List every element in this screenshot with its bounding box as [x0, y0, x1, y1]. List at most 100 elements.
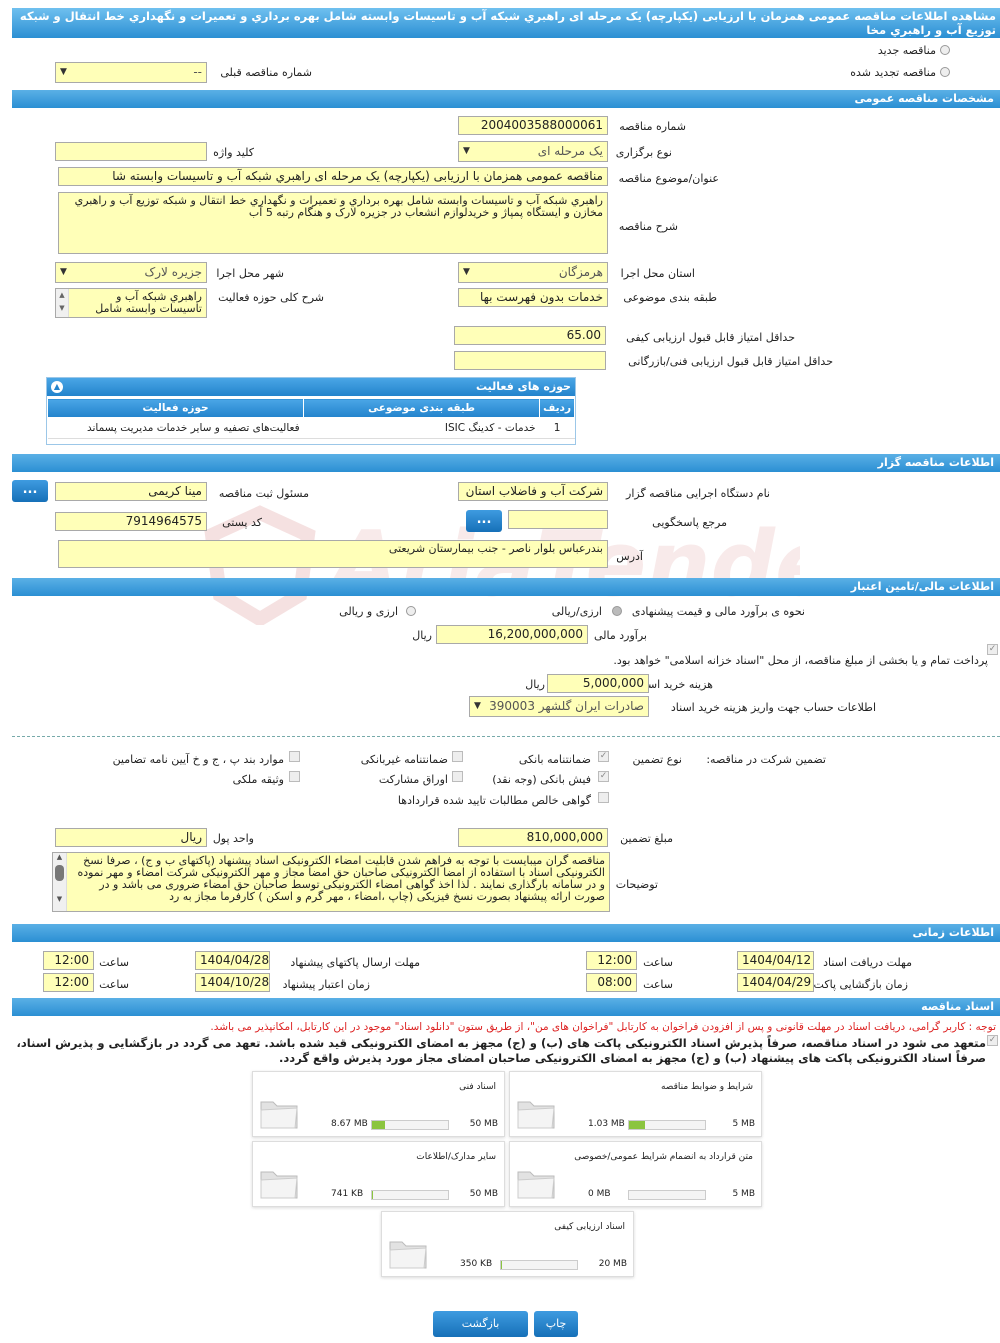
address-label: آدرس: [616, 550, 643, 563]
upload-progress-bar: [371, 1190, 449, 1200]
scope-scrollbar[interactable]: ▲ ▼: [56, 289, 69, 317]
bank-receipt-checkbox[interactable]: ✓: [598, 771, 609, 782]
notes-label: توضیحات: [615, 878, 658, 891]
notes-scrollbar[interactable]: ▲ ▼: [53, 853, 67, 911]
ref-label: مرجع پاسخگویی: [652, 516, 727, 529]
file-size: 8.67 MB: [331, 1119, 368, 1129]
postal-label: کد پستی: [222, 516, 262, 529]
doc-fee-field[interactable]: 5,000,000: [547, 674, 649, 693]
account-select[interactable]: ▼ صادرات ایران گلشهر 390003: [469, 696, 649, 717]
open-time[interactable]: 08:00: [586, 973, 637, 992]
open-time-label: ساعت: [643, 978, 673, 991]
print-button[interactable]: چاپ: [534, 1311, 578, 1337]
estimate-label: برآورد مالی: [594, 629, 647, 642]
amount-field[interactable]: 810,000,000: [458, 828, 608, 847]
tender-number-field[interactable]: 2004003588000061: [458, 116, 608, 135]
open-date[interactable]: 1404/04/29: [737, 973, 814, 992]
open-label: زمان بازگشایی پاکت ها: [800, 978, 908, 991]
province-label: استان محل اجرا: [620, 267, 695, 280]
doc-receive-time[interactable]: 12:00: [586, 951, 637, 970]
city-select[interactable]: ▼ جزیره لارک: [55, 262, 207, 283]
items-bpjh-checkbox[interactable]: [289, 751, 300, 762]
renewed-tender-label: مناقصه تجدید شده: [850, 66, 936, 79]
estimate-unit: ریال: [412, 629, 432, 642]
doc-receive-date[interactable]: 1404/04/12: [737, 951, 814, 970]
guarantee-type-label: نوع تضمین: [632, 753, 682, 766]
nonbank-guarantee-checkbox[interactable]: [452, 751, 463, 762]
table-row: 1 خدمات - کدینگ ISIC فعالیت‌های تصفیه و …: [47, 417, 575, 439]
subject-field[interactable]: مناقصه عمومی همزمان با ارزیابی (یکپارچه)…: [58, 167, 608, 186]
file-max-size: 5 MB: [732, 1189, 755, 1199]
radio-both[interactable]: [406, 606, 416, 616]
divider: [12, 736, 1000, 737]
estimate-field[interactable]: 16,200,000,000: [436, 625, 588, 644]
activity-table: ردیف طبقه بندی موضوعی حوزه فعالیت 1 خدما…: [46, 398, 575, 439]
resp-label: مسئول ثبت مناقصه: [218, 487, 309, 500]
chevron-down-icon: ▼: [463, 267, 470, 277]
keyword-field[interactable]: [55, 142, 207, 161]
property-label: وثیقه ملکی: [232, 773, 284, 786]
section-organizer-header: اطلاعات مناقصه گزار: [12, 454, 1000, 472]
chevron-down-icon: ▼: [463, 146, 470, 156]
ref-lookup-button[interactable]: ...: [466, 510, 502, 532]
type-label: نوع برگزاری: [615, 146, 672, 159]
valid-date[interactable]: 1404/10/28: [195, 973, 270, 992]
upload-progress-fill: [501, 1261, 503, 1269]
payment-checkbox[interactable]: ✓: [987, 644, 998, 655]
bank-receipt-label: فیش بانکی (وجه نقد): [492, 773, 591, 786]
collapse-icon[interactable]: ▲: [51, 381, 63, 393]
bank-guarantee-checkbox[interactable]: ✓: [598, 751, 609, 762]
file-card[interactable]: سایر مدارک/اطلاعات 50 MB 741 KB: [252, 1141, 505, 1207]
address-field[interactable]: بندرعباس بلوار ناصر - جنب بیمارستان شریع…: [58, 540, 608, 568]
postal-field[interactable]: 7914964575: [55, 512, 207, 531]
chevron-down-icon: ▼: [60, 267, 67, 277]
resp-lookup-button[interactable]: ...: [12, 480, 48, 502]
valid-time-label: ساعت: [99, 978, 129, 991]
file-max-size: 50 MB: [469, 1189, 498, 1199]
file-card[interactable]: اسناد فنی 50 MB 8.67 MB: [252, 1071, 505, 1137]
radio-renewed-tender[interactable]: [940, 67, 950, 77]
category-field[interactable]: خدمات بدون فهرست بها: [458, 288, 608, 307]
prev-number-label: شماره مناقصه قبلی: [220, 66, 312, 79]
folder-icon: [517, 1101, 555, 1129]
scroll-thumb[interactable]: [55, 865, 64, 881]
province-select[interactable]: ▼ هرمزگان: [458, 262, 608, 283]
folder-icon: [260, 1101, 298, 1129]
file-card[interactable]: متن قرارداد به انضمام شرایط عمومی/خصوصی 5…: [509, 1141, 762, 1207]
send-time[interactable]: 12:00: [43, 951, 94, 970]
folder-icon: [260, 1171, 298, 1199]
commit-checkbox[interactable]: ✓: [987, 1035, 998, 1046]
radio-rial[interactable]: [612, 606, 622, 616]
send-date[interactable]: 1404/04/28: [195, 951, 270, 970]
activity-panel-header: حوزه های فعالیت ▲: [47, 378, 575, 396]
scroll-down-icon[interactable]: ▼: [53, 895, 66, 903]
radio-new-tender[interactable]: [940, 45, 950, 55]
file-card[interactable]: اسناد ارزیابی کیفی 20 MB 350 KB: [381, 1211, 634, 1277]
resp-field[interactable]: مینا کریمی: [55, 482, 207, 501]
ref-field[interactable]: [508, 510, 608, 529]
org-field[interactable]: شرکت آب و فاضلاب استان: [458, 482, 608, 501]
type-select[interactable]: ▼ یک مرحله ای: [458, 141, 608, 162]
partnership-checkbox[interactable]: [452, 771, 463, 782]
file-card[interactable]: شرایط و ضوابط مناقصه 5 MB 1.03 MB: [509, 1071, 762, 1137]
scroll-up-icon[interactable]: ▲: [53, 853, 66, 861]
valid-time[interactable]: 12:00: [43, 973, 94, 992]
upload-progress-bar: [500, 1260, 578, 1270]
net-claims-checkbox[interactable]: [598, 792, 609, 803]
upload-progress-fill: [372, 1191, 374, 1199]
upload-progress-fill: [629, 1121, 645, 1129]
prev-number-select[interactable]: ▼ --: [55, 62, 207, 83]
scope-field[interactable]: راهبري شبکه آب و تاسیسات وابسته شامل: [55, 288, 207, 318]
description-field[interactable]: راهبري شبکه آب و تاسیسات وابسته شامل بهر…: [58, 192, 608, 254]
opt-rial-label: ارزی/ریالی: [551, 605, 602, 618]
unit-field[interactable]: ریال: [55, 828, 207, 847]
back-button[interactable]: بازگشت: [433, 1311, 528, 1337]
notes-field[interactable]: مناقصه گران میبایست با توجه به فراهم شدن…: [52, 852, 610, 912]
folder-icon: [389, 1241, 427, 1269]
chevron-down-icon: ▼: [474, 701, 481, 711]
min-tech-field[interactable]: [454, 351, 606, 370]
min-quality-field[interactable]: 65.00: [454, 326, 606, 345]
file-max-size: 5 MB: [732, 1119, 755, 1129]
property-checkbox[interactable]: [289, 771, 300, 782]
payment-note: پرداخت تمام و یا بخشی از مبلغ مناقصه، از…: [613, 654, 988, 667]
